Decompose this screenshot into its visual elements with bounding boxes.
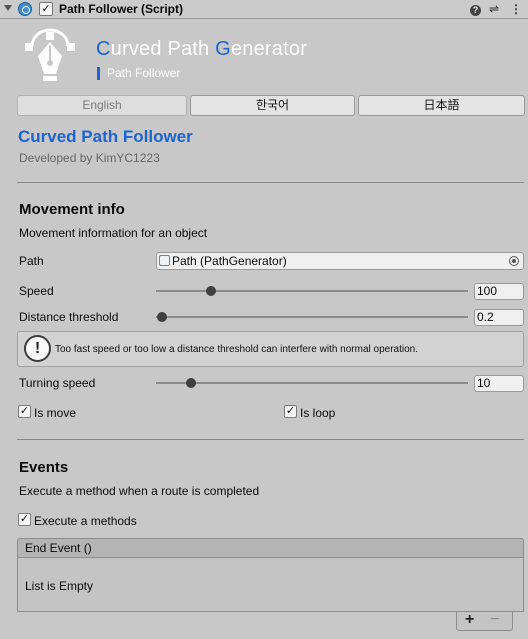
path-field-value: Path (PathGenerator) [172, 254, 287, 268]
subtitle-text: Path Follower [107, 66, 181, 80]
divider [17, 439, 524, 440]
turning-speed-label: Turning speed [19, 376, 96, 390]
speed-slider-thumb[interactable] [206, 286, 216, 296]
execute-methods-label: Execute a methods [34, 514, 137, 528]
is-move-checkbox[interactable]: ✓ [18, 405, 31, 418]
generator-title-urved: urved Path [110, 38, 216, 60]
turning-slider-thumb[interactable] [186, 378, 196, 388]
component-header: ✓ Path Follower (Script) ? ⇌ ⋮ [0, 0, 528, 19]
context-menu-icon[interactable]: ⋮ [510, 2, 522, 16]
lang-korean-button[interactable]: 한국어 [190, 95, 355, 116]
distance-threshold-input[interactable]: 0.2 [474, 309, 524, 326]
distance-slider-thumb[interactable] [157, 312, 167, 322]
lang-japanese-button[interactable]: 日本語 [358, 95, 525, 116]
events-section-desc: Execute a method when a route is complet… [19, 484, 260, 498]
generator-subtitle: Path Follower [97, 66, 181, 81]
events-section-title: Events [19, 459, 69, 476]
app-author: Developed by KimYC1223 [19, 151, 160, 165]
is-loop-checkbox[interactable]: ✓ [284, 405, 297, 418]
remove-item-button[interactable]: − [490, 611, 499, 629]
list-empty-text: List is Empty [25, 579, 94, 593]
warning-helpbox: ! Too fast speed or too low a distance t… [17, 331, 524, 367]
distance-slider-track[interactable] [156, 316, 468, 318]
object-picker-icon[interactable] [509, 256, 519, 266]
generator-title-enerator: enerator [230, 38, 308, 60]
execute-methods-checkbox[interactable]: ✓ [18, 513, 31, 526]
warning-icon: ! [24, 335, 51, 362]
help-icon[interactable]: ? [470, 2, 481, 16]
component-enabled-checkbox[interactable]: ✓ [39, 2, 53, 16]
movement-section-title: Movement info [19, 201, 125, 218]
distance-threshold-label: Distance threshold [19, 310, 119, 324]
path-generator-icon [159, 255, 170, 267]
foldout-arrow-icon[interactable] [4, 5, 12, 11]
end-event-list [17, 558, 524, 612]
component-title: Path Follower (Script) [59, 2, 184, 16]
is-move-label: Is move [34, 406, 77, 420]
path-label: Path [19, 254, 44, 268]
generator-title-g: G [215, 38, 231, 60]
end-event-header: End Event () [17, 538, 524, 558]
language-bar: English 한국어 日本語 [17, 95, 525, 116]
movement-section-desc: Movement information for an object [19, 226, 208, 240]
is-loop-label: Is loop [300, 406, 336, 420]
script-icon [18, 2, 32, 16]
divider [17, 182, 524, 183]
turning-speed-input[interactable]: 10 [474, 375, 524, 392]
subtitle-accent-bar [97, 67, 100, 81]
warning-text: Too fast speed or too low a distance thr… [55, 344, 418, 355]
add-item-button[interactable]: + [465, 611, 474, 629]
pen-tool-logo-icon [25, 28, 75, 81]
turning-slider-track[interactable] [156, 382, 468, 384]
speed-input[interactable]: 100 [474, 283, 524, 300]
path-object-field[interactable]: Path (PathGenerator) [156, 252, 524, 270]
generator-title: Curved Path Generator [96, 38, 307, 61]
app-title: Curved Path Follower [18, 127, 193, 146]
speed-label: Speed [19, 284, 54, 298]
speed-slider-track[interactable] [156, 290, 468, 292]
lang-english-button[interactable]: English [17, 95, 187, 116]
generator-title-c: C [96, 38, 111, 60]
presets-icon[interactable]: ⇌ [489, 2, 499, 16]
